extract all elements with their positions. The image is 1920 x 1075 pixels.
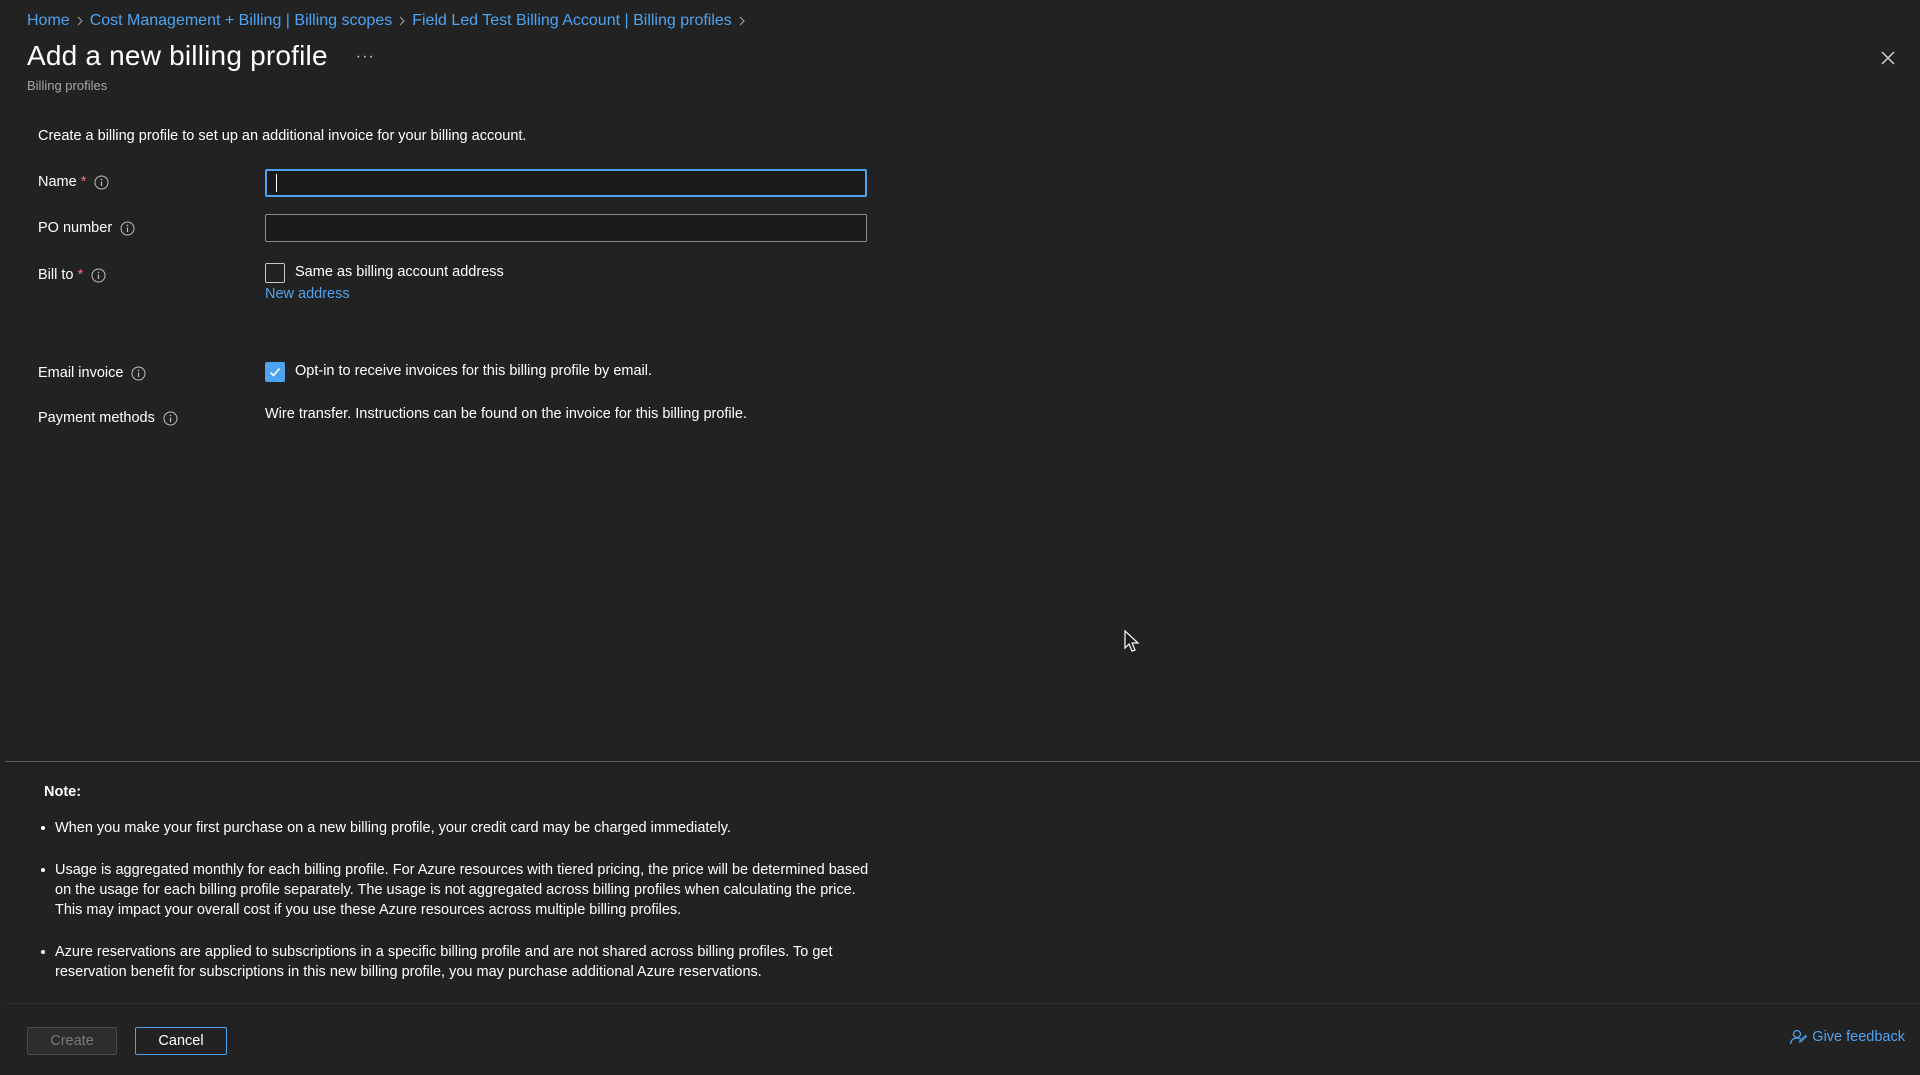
same-as-billing-address-label[interactable]: Same as billing account address — [295, 264, 504, 280]
note-text: When you make your first purchase on a n… — [55, 820, 731, 836]
required-marker: * — [77, 267, 84, 283]
email-invoice-label-row: Email invoice — [38, 365, 146, 381]
breadcrumb: Home Cost Management + Billing | Billing… — [27, 10, 752, 32]
give-feedback-button[interactable]: Give feedback — [1789, 1028, 1905, 1046]
billing-profile-blade: Home Cost Management + Billing | Billing… — [0, 0, 1920, 1075]
note-text: Usage is aggregated monthly for each bil… — [55, 862, 869, 918]
more-options-button[interactable]: ··· — [356, 48, 375, 66]
footer-divider — [5, 1003, 1920, 1004]
po-number-label-row: PO number — [38, 220, 135, 236]
po-number-input[interactable] — [265, 214, 867, 242]
section-divider — [5, 761, 1920, 762]
info-icon[interactable] — [131, 366, 146, 381]
new-address-link[interactable]: New address — [265, 286, 350, 302]
note-item: Azure reservations are applied to subscr… — [38, 942, 878, 982]
bullet — [41, 826, 45, 830]
checkmark-icon — [269, 367, 281, 377]
payment-methods-label-row: Payment methods — [38, 410, 178, 426]
close-icon — [1881, 51, 1895, 65]
same-as-billing-address-checkbox[interactable] — [265, 263, 285, 283]
title-row: Add a new billing profile ··· — [27, 40, 375, 72]
name-label-row: Name * — [38, 174, 109, 190]
email-invoice-label: Email invoice — [38, 365, 124, 381]
note-text: Azure reservations are applied to subscr… — [55, 944, 833, 980]
breadcrumb-home[interactable]: Home — [27, 12, 70, 30]
create-button[interactable]: Create — [27, 1027, 117, 1055]
bill-to-label: Bill to — [38, 267, 74, 283]
info-icon[interactable] — [94, 175, 109, 190]
text-caret — [276, 174, 277, 192]
note-list: When you make your first purchase on a n… — [38, 818, 878, 1004]
bullet — [41, 950, 45, 954]
info-icon[interactable] — [91, 268, 106, 283]
page-subtitle: Billing profiles — [27, 78, 108, 93]
name-input[interactable] — [265, 169, 867, 197]
bullet — [41, 868, 45, 872]
feedback-person-icon — [1790, 1029, 1808, 1045]
page-title: Add a new billing profile — [27, 40, 328, 71]
info-icon[interactable] — [120, 221, 135, 236]
note-item: Usage is aggregated monthly for each bil… — [38, 860, 878, 920]
mouse-pointer-icon — [1124, 630, 1140, 652]
bill-to-label-row: Bill to * — [38, 267, 106, 283]
form-description: Create a billing profile to set up an ad… — [38, 128, 527, 144]
breadcrumb-billing-profiles[interactable]: Field Led Test Billing Account | Billing… — [412, 12, 732, 30]
email-invoice-opt-in-checkbox[interactable] — [265, 362, 285, 382]
name-label: Name — [38, 174, 77, 190]
note-title: Note: — [44, 784, 82, 800]
chevron-right-icon — [392, 16, 412, 26]
chevron-right-icon — [70, 16, 90, 26]
chevron-right-icon — [732, 16, 752, 26]
breadcrumb-billing-scopes[interactable]: Cost Management + Billing | Billing scop… — [90, 12, 393, 30]
email-invoice-opt-in-label[interactable]: Opt-in to receive invoices for this bill… — [295, 363, 652, 379]
payment-methods-label: Payment methods — [38, 410, 155, 426]
required-marker: * — [80, 174, 87, 190]
give-feedback-label[interactable]: Give feedback — [1812, 1029, 1905, 1045]
info-icon[interactable] — [163, 411, 178, 426]
cancel-button[interactable]: Cancel — [135, 1027, 227, 1055]
close-button[interactable] — [1878, 48, 1898, 68]
payment-methods-value: Wire transfer. Instructions can be found… — [265, 406, 747, 422]
note-item: When you make your first purchase on a n… — [38, 818, 878, 838]
po-number-label: PO number — [38, 220, 113, 236]
